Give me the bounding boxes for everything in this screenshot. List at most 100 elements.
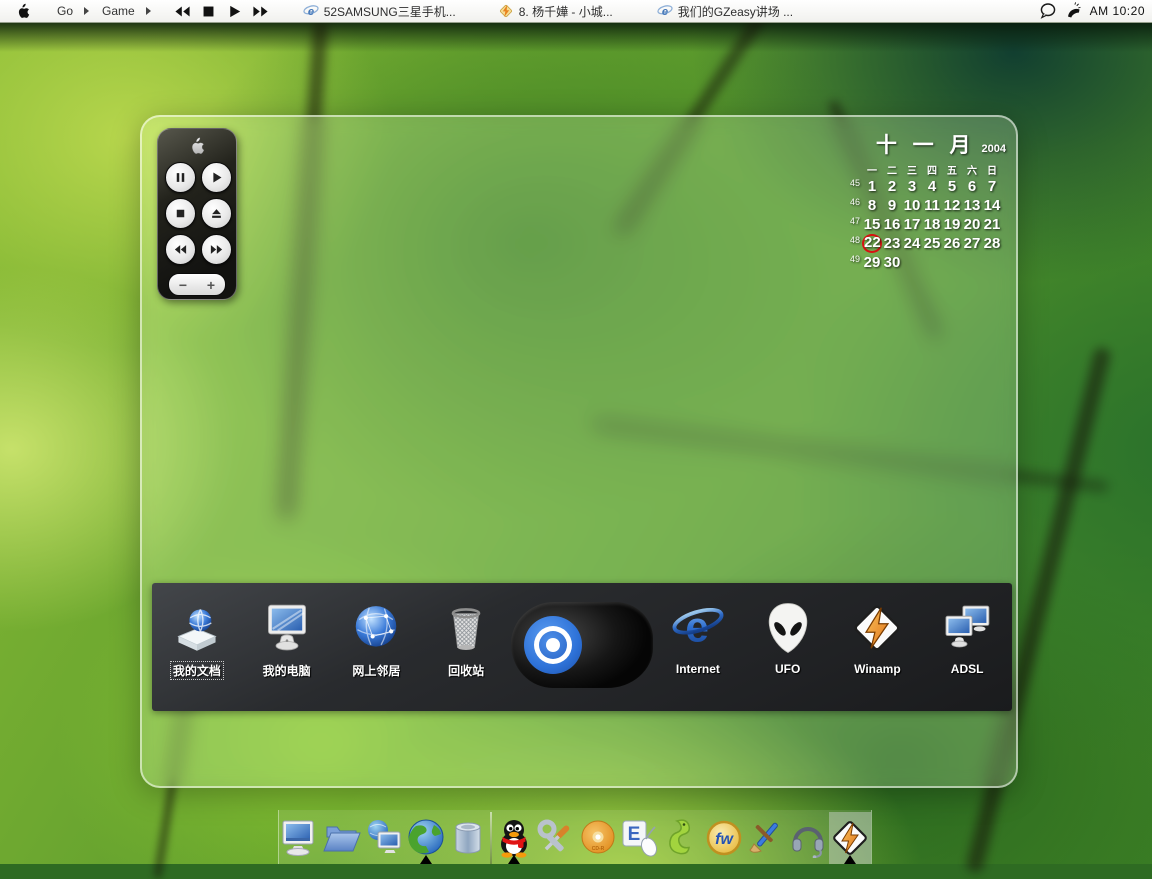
calendar-day xyxy=(982,253,1002,272)
fast-forward-button[interactable] xyxy=(252,5,269,18)
launcher-item-adsl[interactable]: ADSL xyxy=(922,601,1012,676)
dock-item-headphones[interactable] xyxy=(787,812,829,864)
taskbar-item[interactable]: e 我们的GZeasy讲场 ... xyxy=(657,3,793,20)
calendar-widget: 十 一 月 2004 一二三四五六日 451234567 46891011121… xyxy=(848,129,1010,272)
volume-down-button[interactable]: − xyxy=(179,278,187,292)
calendar-day: 4 xyxy=(922,177,942,196)
fast-forward-button[interactable] xyxy=(201,234,232,265)
launcher-bar: 我的文档 我的电脑 网上邻居 xyxy=(152,583,1012,711)
launcher-item-internet[interactable]: e Internet xyxy=(653,601,743,676)
play-button[interactable] xyxy=(201,162,232,193)
launcher-switch-area xyxy=(511,597,653,693)
adsl-icon xyxy=(940,601,994,655)
taskbar-item[interactable]: e 52SAMSUNG三星手机... xyxy=(303,3,456,20)
launcher-item-my-computer[interactable]: 我的电脑 xyxy=(242,601,332,679)
winamp-icon xyxy=(850,601,904,655)
launcher-item-label: 我的电脑 xyxy=(263,662,311,679)
ie-icon: e xyxy=(303,3,319,19)
dock-item-internet-globe[interactable] xyxy=(405,812,447,864)
recycle-bin-icon xyxy=(448,818,488,858)
calendar-day: 16 xyxy=(882,215,902,234)
calendar-year: 2004 xyxy=(982,143,1006,155)
volume-control[interactable]: − + xyxy=(168,273,226,296)
calendar-day: 22 xyxy=(862,234,882,253)
dock-item-editor[interactable]: E xyxy=(619,812,661,864)
dock-item-winamp[interactable] xyxy=(829,812,871,864)
internet-explorer-icon: e xyxy=(671,601,725,655)
chat-bubble-icon[interactable] xyxy=(1039,2,1057,20)
launcher-item-label: 网上邻居 xyxy=(352,662,400,679)
taskbar-item-label: 我们的GZeasy讲场 ... xyxy=(678,3,793,20)
calendar-week: 4715161718192021 xyxy=(848,215,1010,234)
switch-knob[interactable] xyxy=(524,616,582,674)
phone-icon[interactable] xyxy=(1064,2,1082,20)
menu-game[interactable]: Game xyxy=(102,4,135,18)
power-switch[interactable] xyxy=(511,602,653,688)
calendar-day: 17 xyxy=(902,215,922,234)
calendar-day: 24 xyxy=(902,234,922,253)
week-number: 47 xyxy=(848,216,860,226)
running-indicator xyxy=(508,855,520,864)
svg-text:E: E xyxy=(628,824,641,845)
internet-globe-icon xyxy=(406,818,446,858)
stop-button[interactable] xyxy=(165,198,196,229)
dock-item-network-places[interactable] xyxy=(363,812,405,864)
calendar-week: 492930 xyxy=(848,253,1010,272)
calendar-week: 451234567 xyxy=(848,177,1010,196)
dock-item-folder[interactable] xyxy=(321,812,363,864)
calendar-day: 19 xyxy=(942,215,962,234)
calendar-day: 23 xyxy=(882,234,902,253)
ie-icon: e xyxy=(657,3,673,19)
calendar-day: 9 xyxy=(882,196,902,215)
dock-item-tools[interactable] xyxy=(535,812,577,864)
svg-text:e: e xyxy=(308,6,314,18)
calendar-day: 29 xyxy=(862,253,882,272)
dock-item-my-computer[interactable] xyxy=(279,812,321,864)
editor-icon: E xyxy=(620,818,660,858)
menu-go[interactable]: Go xyxy=(57,4,73,18)
stop-button[interactable] xyxy=(200,5,217,18)
calendar-day: 1 xyxy=(862,177,882,196)
dock-item-paint-tools[interactable] xyxy=(745,812,787,864)
calendar-day xyxy=(922,253,942,272)
winamp-icon xyxy=(830,818,870,858)
taskbar-item[interactable]: 8. 杨千嬅 - 小城... xyxy=(498,3,613,20)
pause-button[interactable] xyxy=(165,162,196,193)
wallpaper-shadow xyxy=(0,22,1152,52)
dock-item-qq[interactable] xyxy=(493,812,535,864)
cd-r-icon: CD-R xyxy=(578,818,618,858)
eject-button[interactable] xyxy=(201,198,232,229)
week-number: 46 xyxy=(848,197,860,207)
volume-up-button[interactable]: + xyxy=(207,278,215,292)
launcher-item-network-places[interactable]: 网上邻居 xyxy=(332,601,422,679)
apple-menu-icon[interactable] xyxy=(16,3,31,20)
calendar-day: 30 xyxy=(882,253,902,272)
calendar-day-headers: 一二三四五六日 xyxy=(848,162,1010,177)
calendar-day: 8 xyxy=(862,196,882,215)
remote-buttons xyxy=(165,162,230,265)
taskbar-item-label: 52SAMSUNG三星手机... xyxy=(324,3,456,20)
dock-item-cdr[interactable]: CD-R xyxy=(577,812,619,864)
network-places-icon xyxy=(364,818,404,858)
calendar-day: 13 xyxy=(962,196,982,215)
fireworks-icon: fw xyxy=(704,818,744,858)
launcher-item-winamp[interactable]: Winamp xyxy=(833,601,923,676)
rewind-button[interactable] xyxy=(174,5,191,18)
paint-tools-icon xyxy=(746,818,786,858)
week-number: 48 xyxy=(848,235,860,245)
gecko-icon xyxy=(662,818,702,858)
rewind-button[interactable] xyxy=(165,234,196,265)
calendar-day: 26 xyxy=(942,234,962,253)
calendar-day xyxy=(962,253,982,272)
calendar-week: 4822232425262728 xyxy=(848,234,1010,253)
launcher-item-recycle-bin[interactable]: 回收站 xyxy=(421,601,511,679)
launcher-item-ufo[interactable]: UFO xyxy=(743,601,833,676)
calendar-month: 十 一 月 xyxy=(876,129,976,159)
dock-item-recycle-bin[interactable] xyxy=(447,812,489,864)
calendar-week: 46891011121314 xyxy=(848,196,1010,215)
launcher-item-my-documents[interactable]: 我的文档 xyxy=(152,601,242,679)
calendar-day: 20 xyxy=(962,215,982,234)
dock-item-gecko[interactable] xyxy=(661,812,703,864)
play-button[interactable] xyxy=(226,5,243,18)
dock-item-fireworks[interactable]: fw xyxy=(703,812,745,864)
